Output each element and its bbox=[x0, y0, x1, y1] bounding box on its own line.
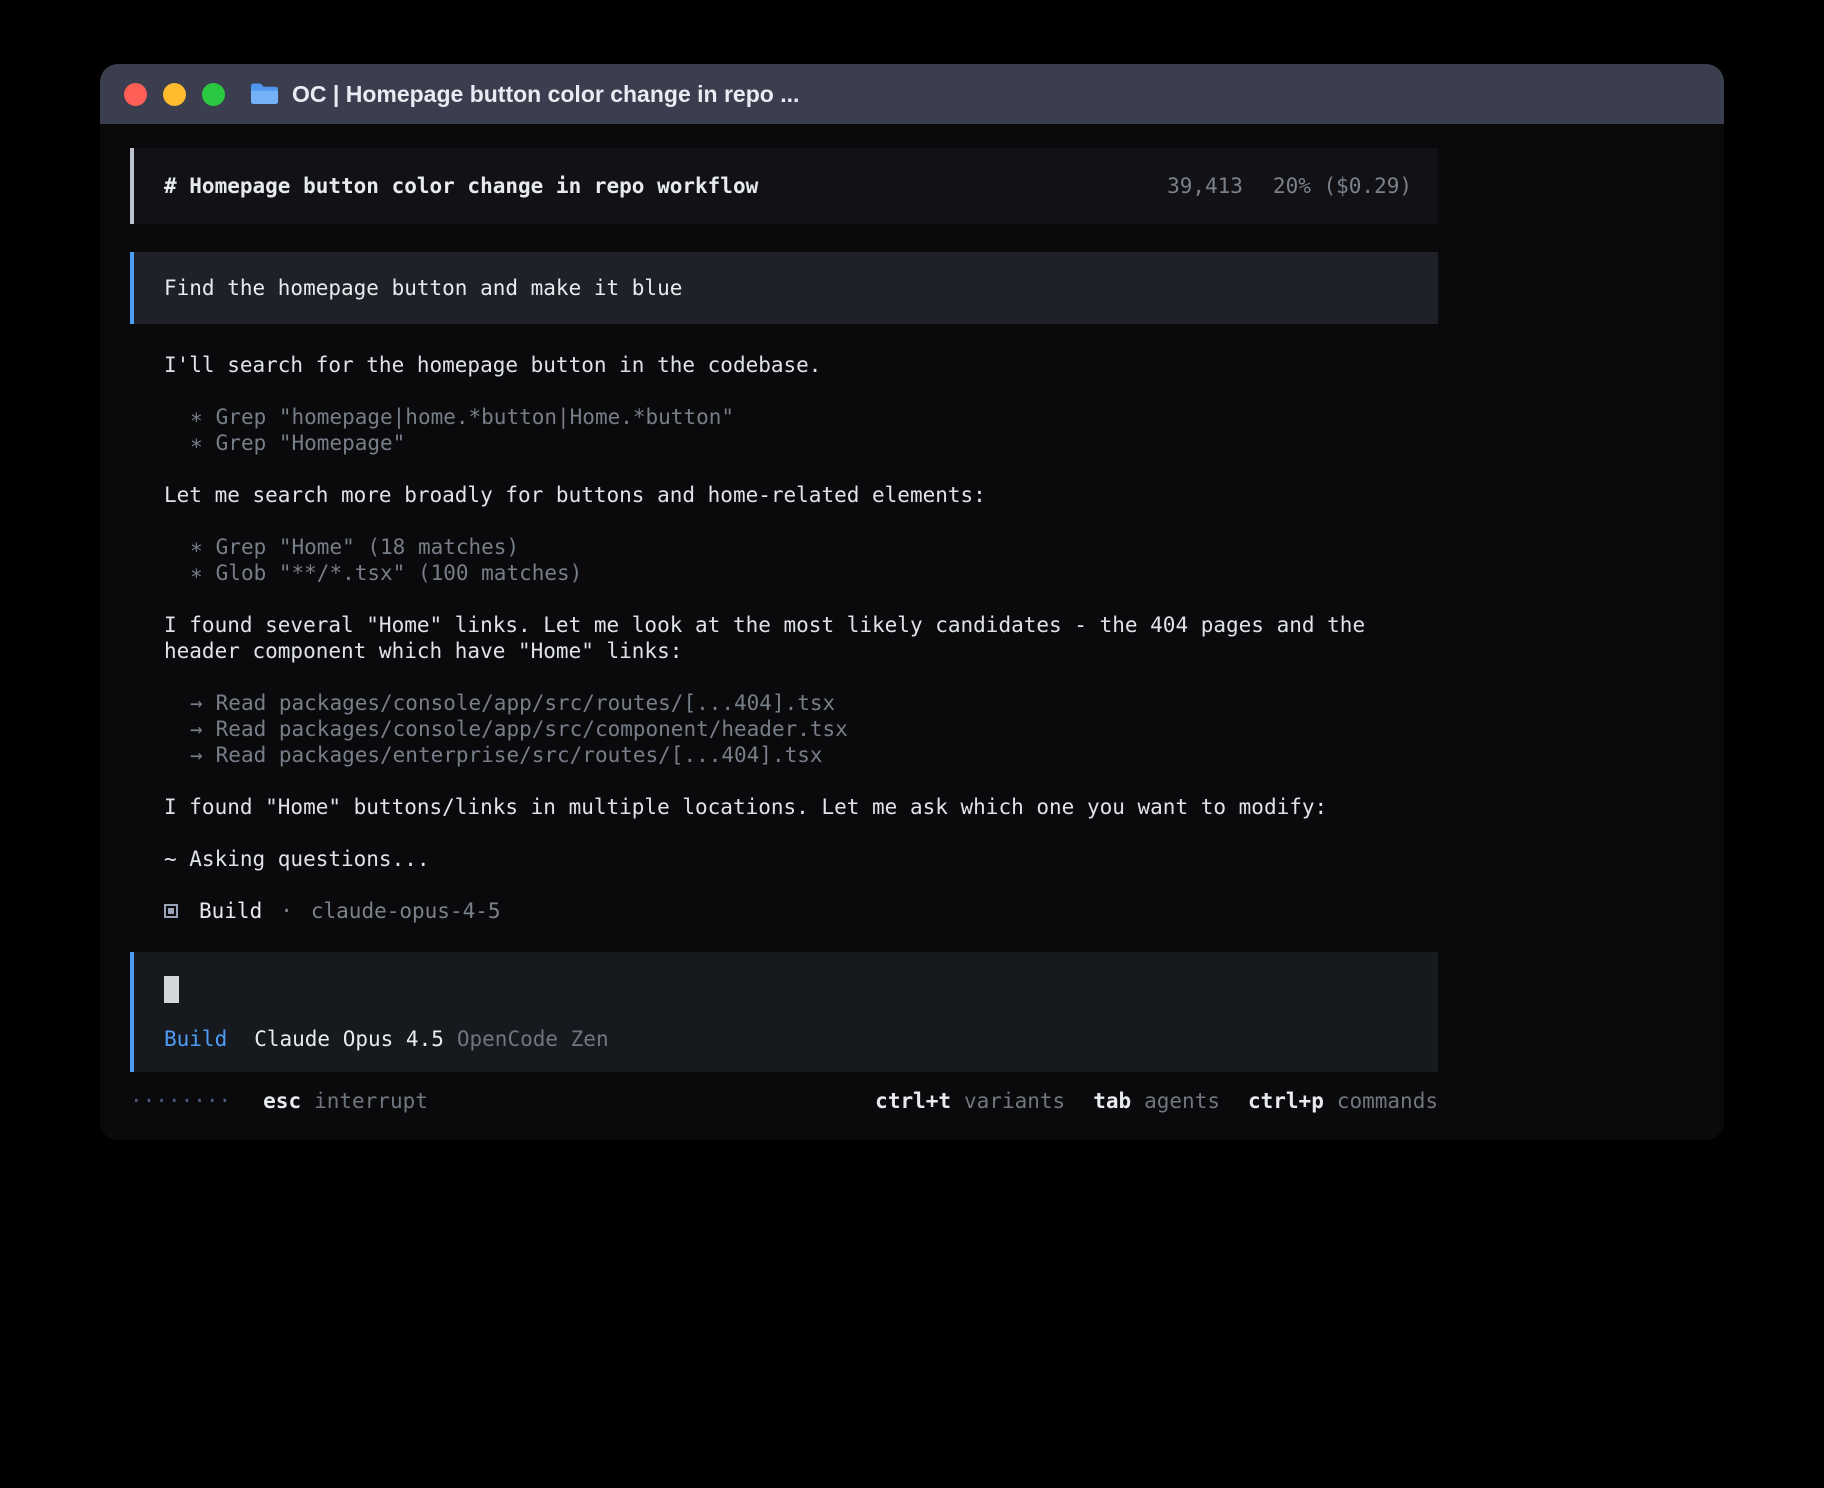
terminal-content: # Homepage button color change in repo w… bbox=[100, 124, 1724, 1140]
shortcut-commands: ctrl+p commands bbox=[1248, 1088, 1438, 1114]
minimize-button[interactable] bbox=[163, 83, 186, 106]
shortcut-key: ctrl+t bbox=[875, 1088, 951, 1114]
assistant-message: I found several "Home" links. Let me loo… bbox=[164, 612, 1438, 664]
shortcut-variants: ctrl+t variants bbox=[875, 1088, 1065, 1114]
user-message: Find the homepage button and make it blu… bbox=[130, 252, 1438, 324]
tool-call-text: Read packages/console/app/src/component/… bbox=[216, 716, 848, 742]
asterisk-icon: ∗ bbox=[190, 560, 203, 586]
assistant-message: I'll search for the homepage button in t… bbox=[164, 352, 1438, 378]
spinner-dots: ········ bbox=[130, 1088, 231, 1114]
dot-separator: · bbox=[280, 898, 293, 924]
agent-square-icon bbox=[164, 904, 178, 918]
window-title-group: OC | Homepage button color change in rep… bbox=[249, 81, 799, 108]
tool-call-text: Read packages/console/app/src/routes/[..… bbox=[216, 690, 836, 716]
tool-call-read: → Read packages/console/app/src/routes/[.… bbox=[164, 690, 1438, 716]
tool-call-read: → Read packages/enterprise/src/routes/[..… bbox=[164, 742, 1438, 768]
tool-call-group: → Read packages/console/app/src/routes/[.… bbox=[164, 690, 1438, 768]
tool-call-grep: ∗ Grep "Home" (18 matches) bbox=[164, 534, 1438, 560]
tool-call-text: Grep "Home" (18 matches) bbox=[216, 534, 519, 560]
asterisk-icon: ∗ bbox=[190, 534, 203, 560]
shortcut-label: interrupt bbox=[314, 1088, 428, 1114]
arrow-right-icon: → bbox=[190, 690, 203, 716]
tool-call-text: Grep "homepage|home.*button|Home.*button… bbox=[216, 404, 734, 430]
tool-call-group: ∗ Grep "Home" (18 matches) ∗ Glob "**/*.ts… bbox=[164, 534, 1438, 586]
context-cost: 20% ($0.29) bbox=[1273, 173, 1412, 199]
tool-call-text: Read packages/enterprise/src/routes/[...… bbox=[216, 742, 823, 768]
prompt-input[interactable]: Build Claude Opus 4.5 OpenCode Zen bbox=[130, 952, 1438, 1072]
zoom-button[interactable] bbox=[202, 83, 225, 106]
shortcut-agents: tab agents bbox=[1093, 1088, 1220, 1114]
close-button[interactable] bbox=[124, 83, 147, 106]
folder-icon bbox=[249, 82, 279, 106]
shortcut-key: tab bbox=[1093, 1088, 1131, 1114]
session-header: # Homepage button color change in repo w… bbox=[130, 148, 1438, 224]
tool-call-grep: ∗ Grep "homepage|home.*button|Home.*butto… bbox=[164, 404, 1438, 430]
agent-name: Build bbox=[199, 898, 262, 924]
tool-call-glob: ∗ Glob "**/*.tsx" (100 matches) bbox=[164, 560, 1438, 586]
shortcut-label: commands bbox=[1337, 1088, 1438, 1114]
arrow-right-icon: → bbox=[190, 716, 203, 742]
arrow-right-icon: → bbox=[190, 742, 203, 768]
agent-model: claude-opus-4-5 bbox=[311, 898, 501, 924]
tool-call-text: Glob "**/*.tsx" (100 matches) bbox=[216, 560, 583, 586]
input-agent-label: Build bbox=[164, 1026, 227, 1052]
session-title: # Homepage button color change in repo w… bbox=[164, 173, 758, 199]
shortcut-interrupt: esc interrupt bbox=[263, 1088, 428, 1114]
agent-status-row: Build · claude-opus-4-5 bbox=[164, 898, 1438, 924]
terminal-window: OC | Homepage button color change in rep… bbox=[100, 64, 1724, 1140]
input-meta: Build Claude Opus 4.5 OpenCode Zen bbox=[164, 1026, 1412, 1052]
traffic-lights bbox=[124, 83, 225, 106]
asterisk-icon: ∗ bbox=[190, 430, 203, 456]
assistant-message: Let me search more broadly for buttons a… bbox=[164, 482, 1438, 508]
input-model-label: Claude Opus 4.5 bbox=[254, 1026, 444, 1052]
text-cursor bbox=[164, 976, 179, 1003]
window-title: OC | Homepage button color change in rep… bbox=[292, 81, 799, 108]
token-count: 39,413 bbox=[1167, 173, 1243, 199]
status-line-asking: ~ Asking questions... bbox=[164, 846, 1438, 872]
shortcut-key: esc bbox=[263, 1088, 301, 1114]
assistant-message: I found "Home" buttons/links in multiple… bbox=[164, 794, 1438, 820]
user-message-text: Find the homepage button and make it blu… bbox=[164, 276, 682, 300]
shortcut-key: ctrl+p bbox=[1248, 1088, 1324, 1114]
status-bar: ········ esc interrupt ctrl+t variants t… bbox=[130, 1088, 1438, 1114]
tool-call-text: Grep "Homepage" bbox=[216, 430, 406, 456]
tool-call-grep: ∗ Grep "Homepage" bbox=[164, 430, 1438, 456]
tool-call-read: → Read packages/console/app/src/component… bbox=[164, 716, 1438, 742]
input-provider-label: OpenCode Zen bbox=[457, 1026, 609, 1052]
asterisk-icon: ∗ bbox=[190, 404, 203, 430]
shortcut-label: agents bbox=[1144, 1088, 1220, 1114]
window-titlebar[interactable]: OC | Homepage button color change in rep… bbox=[100, 64, 1724, 124]
session-stats: 39,413 20% ($0.29) bbox=[1167, 173, 1412, 199]
tool-call-group: ∗ Grep "homepage|home.*button|Home.*butto… bbox=[164, 404, 1438, 456]
shortcut-label: variants bbox=[964, 1088, 1065, 1114]
conversation: I'll search for the homepage button in t… bbox=[130, 352, 1438, 950]
